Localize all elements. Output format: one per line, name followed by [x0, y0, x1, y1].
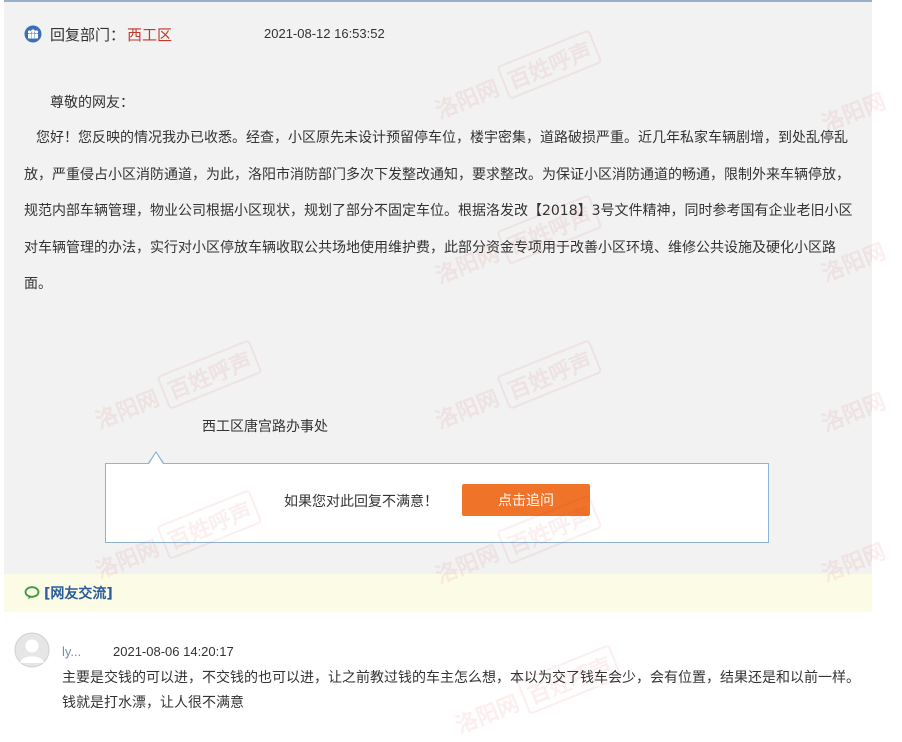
comment-time: 2021-08-06 14:20:17	[113, 644, 234, 659]
reply-header: 回复部门： 西工区	[24, 24, 172, 44]
reply-signature: 西工区唐宫路办事处	[202, 419, 328, 435]
speech-bubble-icon	[24, 586, 40, 600]
exchange-section-header: [网友交流]	[4, 574, 872, 612]
group-icon	[24, 25, 42, 43]
comment-user[interactable]: ly...	[62, 644, 81, 659]
followup-button[interactable]: 点击追问	[462, 484, 590, 516]
followup-pointer-fill	[149, 453, 163, 464]
dept-name: 西工区	[127, 25, 173, 44]
followup-box: 如果您对此回复不满意！ 点击追问	[105, 451, 769, 543]
comment-item: ly... 2021-08-06 14:20:17 主要是交钱的可以进，不交钱的…	[0, 630, 902, 728]
exchange-title[interactable]: [网友交流]	[44, 583, 113, 603]
reply-body: 您好！您反映的情况我办已收悉。经查，小区原先未设计预留停车位，楼宇密集，道路破损…	[24, 130, 853, 292]
reply-panel: 回复部门： 西工区 2021-08-12 16:53:52 尊敬的网友： 您好！…	[4, 0, 872, 574]
comment-text: 主要是交钱的可以进，不交钱的也可以进，让之前教过钱的车主怎么想，本以为交了钱车会…	[62, 670, 860, 711]
reply-time: 2021-08-12 16:53:52	[264, 26, 385, 41]
followup-prompt: 如果您对此回复不满意！	[284, 494, 438, 510]
dept-label: 回复部门：	[50, 25, 126, 44]
reply-greeting: 尊敬的网友：	[50, 95, 134, 111]
default-avatar-icon	[14, 632, 50, 668]
